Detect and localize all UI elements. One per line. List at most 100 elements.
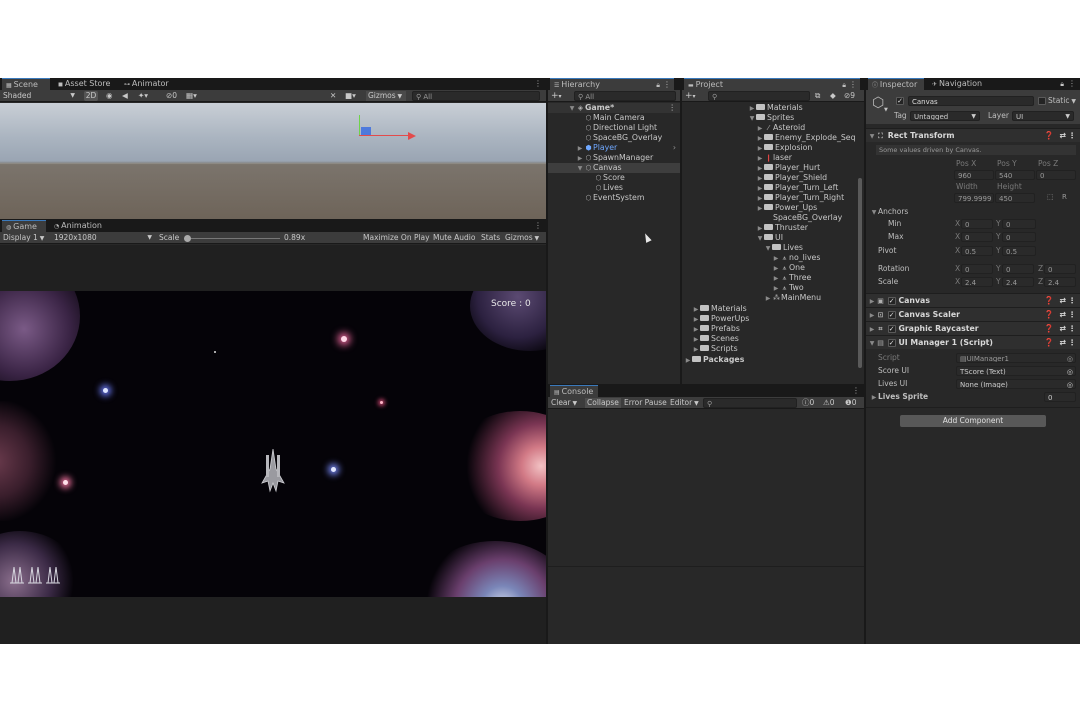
rect-transform-header[interactable]: ▼ ⛶ Rect Transform ❓ ⇄ ⋮	[866, 128, 1080, 142]
tab-animator[interactable]: ⊶ Animator	[120, 78, 173, 90]
add-object-button[interactable]: +▾	[551, 91, 562, 101]
audio-icon[interactable]: ◀	[122, 91, 128, 101]
layer-dropdown[interactable]: UI ▼	[1012, 111, 1074, 121]
project-item[interactable]: ▼ UI	[756, 233, 783, 243]
anchor-max-y-field[interactable]: 0	[1002, 232, 1036, 242]
hierarchy-item[interactable]: ⬡Lives	[594, 183, 623, 193]
effects-icon[interactable]: ✦▾	[138, 91, 148, 101]
anchor-min-y-field[interactable]: 0	[1002, 219, 1036, 229]
more-menu-icon[interactable]: ⋮	[534, 79, 542, 89]
blueprint-icon[interactable]: ⬚	[1047, 193, 1054, 201]
maximize-on-play-toggle[interactable]: Maximize On Play	[363, 233, 430, 243]
more-menu-icon[interactable]: ⋮	[1068, 336, 1076, 350]
preset-icon[interactable]: ⇄	[1059, 129, 1066, 143]
more-menu-icon[interactable]: ⋮	[1068, 294, 1076, 308]
more-menu-icon[interactable]: ⋮	[534, 221, 542, 231]
project-item[interactable]: ▶ ⁄ Asteroid	[756, 123, 805, 133]
error-count-toggle[interactable]: ❶0	[845, 398, 857, 408]
anchors-label[interactable]: ▼ Anchors	[870, 207, 909, 217]
scene-search-input[interactable]: ⚲ All	[412, 91, 540, 101]
more-menu-icon[interactable]: ⋮	[1068, 322, 1076, 336]
scale-slider[interactable]	[184, 235, 280, 242]
help-icon[interactable]: ❓	[1044, 322, 1054, 336]
error-pause-toggle[interactable]: Error Pause	[624, 398, 667, 408]
console-search-input[interactable]: ⚲	[703, 398, 797, 408]
pivot-x-field[interactable]: 0.5	[961, 246, 993, 256]
camera-icon[interactable]: ■▾	[345, 91, 356, 101]
active-checkbox[interactable]: ✓	[896, 97, 904, 105]
help-icon[interactable]: ❓	[1044, 336, 1054, 350]
lives-sprite-label[interactable]: ▶ Lives Sprite	[870, 392, 928, 402]
hidden-objects-icon[interactable]: ⊘0	[166, 91, 177, 101]
hierarchy-item-canvas[interactable]: ▼ ⬡Canvas	[548, 163, 680, 173]
filter-label-icon[interactable]: ◆	[830, 91, 836, 101]
game-viewport[interactable]: Score : 0	[0, 291, 546, 597]
component-enabled-checkbox[interactable]: ✓	[887, 311, 896, 319]
tag-dropdown[interactable]: Untagged ▼	[910, 111, 980, 121]
warning-count-toggle[interactable]: ⚠0	[823, 398, 835, 408]
preset-icon[interactable]: ⇄	[1059, 322, 1066, 336]
lives-ui-field[interactable]: None (Image) ◎	[956, 379, 1076, 389]
rotation-z-field[interactable]: 0	[1044, 264, 1076, 274]
component-enabled-checkbox[interactable]: ✓	[887, 325, 896, 333]
filter-type-icon[interactable]: ⧉	[815, 91, 820, 101]
tab-game[interactable]: ◍ Game	[2, 220, 46, 232]
preset-icon[interactable]: ⇄	[1059, 308, 1066, 322]
create-asset-button[interactable]: +▾	[685, 91, 696, 101]
pos-z-field[interactable]: 0	[1036, 170, 1076, 180]
component-enabled-checkbox[interactable]: ✓	[887, 297, 896, 305]
project-item[interactable]: ▶ Materials	[748, 103, 803, 113]
project-item[interactable]: ▶ Power_Ups	[756, 203, 818, 213]
project-item[interactable]: ▶ PowerUps	[692, 314, 750, 324]
project-item[interactable]: ▶ Player_Turn_Right	[756, 193, 844, 203]
project-item[interactable]: ▶ Materials	[692, 304, 747, 314]
resolution-dropdown[interactable]: 1920x1080 ▼	[54, 233, 154, 243]
ui-manager-script-header[interactable]: ▼ ▤ ✓ UI Manager 1 (Script) ❓ ⇄ ⋮	[866, 335, 1080, 349]
project-item[interactable]: ▼ Sprites	[748, 113, 795, 123]
scene-viewport[interactable]	[0, 103, 546, 219]
project-item[interactable]: ▶Enemy_Explode_Seque	[756, 133, 856, 143]
pivot-y-field[interactable]: 0.5	[1002, 246, 1036, 256]
project-item[interactable]: ▶ ⩚ Two	[772, 283, 804, 293]
gizmos-dropdown[interactable]: Gizmos ▼	[366, 91, 406, 101]
lives-sprite-size-field[interactable]: 0	[1044, 392, 1076, 402]
object-name-input[interactable]: Canvas	[908, 96, 1034, 106]
grid-icon[interactable]: ▦▾	[186, 91, 197, 101]
lighting-icon[interactable]: ◉	[106, 91, 113, 101]
project-item[interactable]: ▶ Prefabs	[692, 324, 740, 334]
pos-y-field[interactable]: 540	[995, 170, 1035, 180]
tab-inspector[interactable]: ⓘ Inspector	[868, 78, 924, 90]
tab-hierarchy[interactable]: ☰ Hierarchy 🔒︎ ⋮	[550, 78, 674, 90]
canvas-component-header[interactable]: ▶ ▣ ✓ Canvas ❓ ⇄ ⋮	[866, 293, 1080, 307]
shading-dropdown[interactable]: Shaded ▼	[3, 91, 77, 101]
log-count-toggle[interactable]: ⓘ0	[802, 398, 814, 408]
width-field[interactable]: 799.9999	[954, 193, 994, 203]
tab-console[interactable]: ▤ Console	[550, 385, 598, 397]
canvas-scaler-header[interactable]: ▶ ⊡ ✓ Canvas Scaler ❓ ⇄ ⋮	[866, 307, 1080, 321]
help-icon[interactable]: ❓	[1044, 308, 1054, 322]
project-search-input[interactable]: ⚲	[708, 91, 810, 101]
rotation-x-field[interactable]: 0	[961, 264, 993, 274]
add-component-button[interactable]: Add Component	[900, 415, 1046, 427]
collapse-toggle[interactable]: Collapse	[585, 398, 621, 408]
mute-audio-toggle[interactable]: Mute Audio	[433, 233, 475, 243]
preset-icon[interactable]: ⇄	[1059, 336, 1066, 350]
more-menu-icon[interactable]: ⋮	[852, 386, 860, 396]
tab-project[interactable]: ▬ Project 🔒︎ ⋮	[684, 78, 860, 90]
project-item[interactable]: ▶ Player_Shield	[756, 173, 827, 183]
scale-x-field[interactable]: 2.4	[961, 277, 993, 287]
hidden-packages-icon[interactable]: ⊘9	[844, 91, 855, 101]
project-item[interactable]: ▶ Scenes	[692, 334, 739, 344]
project-item-packages[interactable]: ▶ Packages	[684, 355, 745, 365]
graphic-raycaster-header[interactable]: ▶ ⌗ ✓ Graphic Raycaster ❓ ⇄ ⋮	[866, 321, 1080, 335]
hierarchy-item[interactable]: ▶ ⬡SpawnManager	[576, 153, 653, 163]
raw-edit-button[interactable]: R	[1062, 193, 1067, 201]
more-menu-icon[interactable]: ⋮	[668, 103, 676, 113]
hierarchy-item-player[interactable]: ▶ ⬢Player ›	[576, 143, 680, 153]
tab-animation[interactable]: ◔ Animation	[50, 220, 106, 232]
more-menu-icon[interactable]: ⋮	[1068, 129, 1076, 143]
more-menu-icon[interactable]: ⋮	[1068, 308, 1076, 322]
height-field[interactable]: 450	[995, 193, 1035, 203]
help-icon[interactable]: ❓	[1044, 294, 1054, 308]
chevron-right-icon[interactable]: ›	[673, 143, 676, 153]
